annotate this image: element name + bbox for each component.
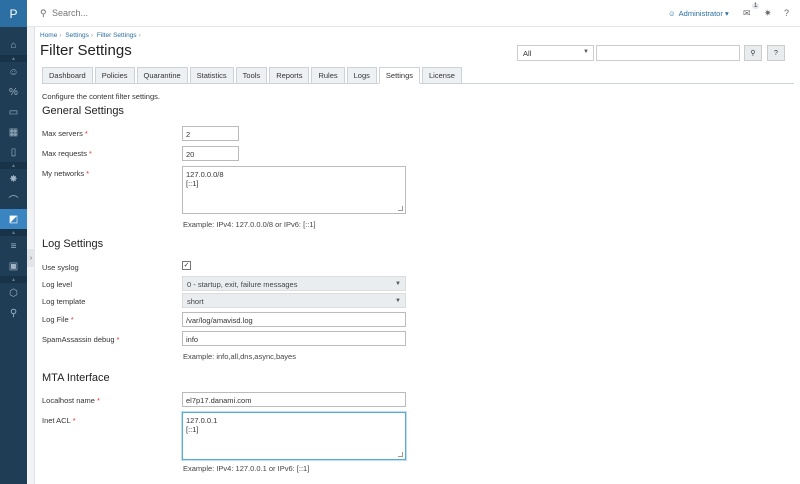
help-icon[interactable]: ? — [784, 8, 789, 18]
user-name: Administrator — [678, 9, 723, 18]
tab-policies[interactable]: Policies — [94, 67, 135, 84]
breadcrumb-filter-settings[interactable]: Filter Settings — [97, 32, 137, 39]
my-networks-textarea[interactable]: 127.0.0.0/8 [::1] — [182, 166, 406, 214]
log-template-label: Log template — [42, 297, 86, 306]
notifications-icon[interactable]: ✉ — [743, 8, 751, 19]
log-file-label: Log File * — [42, 315, 74, 324]
chevron-icon[interactable]: ▴ — [0, 229, 27, 236]
chevron-down-icon: ▼ — [395, 298, 401, 304]
my-networks-hint: Example: IPv4: 127.0.0.0/8 or IPv6: [::1… — [183, 220, 316, 229]
max-servers-label: Max servers * — [42, 129, 88, 138]
tab-license[interactable]: License — [422, 67, 462, 84]
search-button[interactable]: ⚲ — [744, 45, 762, 61]
user-menu[interactable]: ☺ Administrator ▾ — [668, 9, 729, 18]
tab-reports[interactable]: Reports — [269, 67, 310, 84]
tab-logs[interactable]: Logs — [346, 67, 377, 84]
use-syslog-checkbox[interactable]: ✓ — [182, 261, 191, 270]
inet-acl-label: Inet ACL * — [42, 416, 76, 425]
main-content: Home › Settings › Filter Settings › Filter … — [36, 27, 800, 484]
tab-bar: Dashboard Policies Quarantine Statistics… — [42, 67, 794, 84]
chevron-icon[interactable]: ▴ — [0, 55, 27, 62]
mta-interface-heading: MTA Interface — [42, 372, 110, 384]
person-icon: ☺ — [668, 9, 676, 18]
filter-scope-select[interactable]: All ▼ — [517, 45, 594, 61]
log-file-input[interactable]: /var/log/amavisd.log — [182, 312, 406, 327]
spamassassin-debug-label: SpamAssassin debug * — [42, 335, 120, 344]
resize-grip-icon[interactable] — [398, 206, 403, 211]
page-title: Filter Settings — [40, 42, 132, 59]
filter-icon[interactable]: ◩ — [0, 209, 27, 229]
my-networks-label: My networks * — [42, 169, 90, 178]
log-template-select[interactable]: short ▼ — [182, 293, 406, 308]
general-settings-heading: General Settings — [42, 105, 124, 117]
left-nav-rail: P ⌂ ▴ ☺ % ▭ ▦ ▯ ▴ ✸ ⌒ ◩ ▴ ≡ ▣ ▴ ⬡ ⚲ — [0, 0, 27, 484]
apps-icon[interactable]: ▦ — [0, 122, 27, 142]
inet-acl-textarea[interactable]: 127.0.0.1 [::1] — [182, 412, 406, 460]
max-requests-input[interactable]: 20 — [182, 146, 239, 161]
gear-plugin-icon[interactable]: ✸ — [0, 169, 27, 189]
chevron-down-icon: ▼ — [583, 49, 589, 55]
chevron-down-icon: ▼ — [395, 281, 401, 287]
tab-tools[interactable]: Tools — [235, 67, 268, 84]
plesk-logo[interactable]: P — [0, 0, 27, 27]
package-icon[interactable]: ⬡ — [0, 283, 27, 303]
localhost-name-label: Localhost name * — [42, 396, 100, 405]
chevron-icon[interactable]: ▴ — [0, 162, 27, 169]
resize-grip-icon[interactable] — [398, 452, 403, 457]
book-icon[interactable]: ▯ — [0, 142, 27, 162]
percent-icon[interactable]: % — [0, 82, 27, 102]
top-bar: ⚲ ☺Administrator ▾ ✉ 1 ✷ ? — [27, 0, 800, 27]
breadcrumb-settings[interactable]: Settings — [65, 32, 89, 39]
help-button[interactable]: ? — [767, 45, 785, 61]
spamassassin-debug-hint: Example: info,all,dns,async,bayes — [183, 352, 296, 361]
log-settings-heading: Log Settings — [42, 238, 104, 250]
collapsed-side-panel: › — [27, 27, 35, 484]
tab-rules[interactable]: Rules — [311, 67, 345, 84]
intro-text: Configure the content filter settings. — [42, 92, 160, 101]
home-icon[interactable]: ⌂ — [0, 35, 27, 55]
search-icon: ⚲ — [40, 8, 47, 18]
filter-search-input[interactable] — [596, 45, 740, 61]
max-servers-input[interactable]: 2 — [182, 126, 239, 141]
tab-dashboard[interactable]: Dashboard — [42, 67, 93, 84]
breadcrumb: Home › Settings › Filter Settings › — [40, 32, 141, 39]
notification-badge: 1 — [752, 3, 760, 9]
sliders-icon[interactable]: ≡ — [0, 236, 27, 256]
updates-icon[interactable]: ✷ — [764, 8, 772, 19]
max-requests-label: Max requests * — [42, 149, 92, 158]
spamassassin-debug-input[interactable]: info — [182, 331, 406, 346]
use-syslog-label: Use syslog — [42, 263, 79, 272]
tab-quarantine[interactable]: Quarantine — [136, 67, 188, 84]
user-icon[interactable]: ☺ — [0, 62, 27, 82]
monitor-icon[interactable]: ▭ — [0, 102, 27, 122]
expand-panel-toggle[interactable]: › — [27, 249, 35, 267]
breadcrumb-home[interactable]: Home — [40, 32, 57, 39]
grid-icon[interactable]: ▣ — [0, 256, 27, 276]
tab-settings[interactable]: Settings — [378, 67, 421, 84]
key-icon[interactable]: ⚲ — [0, 303, 27, 323]
log-level-label: Log level — [42, 280, 73, 289]
inet-acl-hint: Example: IPv4: 127.0.0.1 or IPv6: [::1] — [183, 464, 310, 473]
chevron-icon[interactable]: ▴ — [0, 276, 27, 283]
wifi-icon[interactable]: ⌒ — [0, 189, 27, 209]
global-search-input[interactable] — [52, 6, 252, 20]
tab-statistics[interactable]: Statistics — [189, 67, 234, 84]
log-level-select[interactable]: 0 - startup, exit, failure messages ▼ — [182, 276, 406, 291]
localhost-name-input[interactable]: el7p17.danami.com — [182, 392, 406, 407]
